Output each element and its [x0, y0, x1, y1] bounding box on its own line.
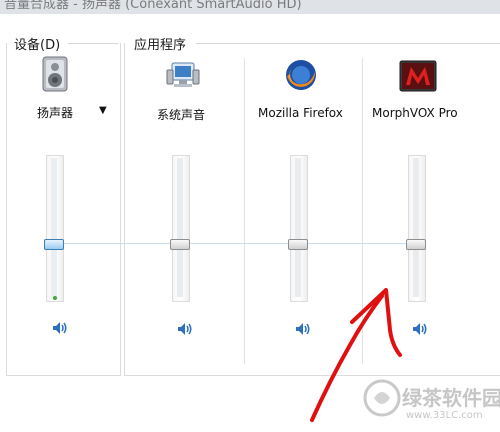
annotation-arrow — [310, 288, 402, 422]
watermark-text: 绿茶软件园 — [402, 386, 500, 410]
watermark: 绿茶软件园 www.33LC.com — [360, 372, 500, 428]
watermark-url: www.33LC.com — [406, 410, 483, 421]
